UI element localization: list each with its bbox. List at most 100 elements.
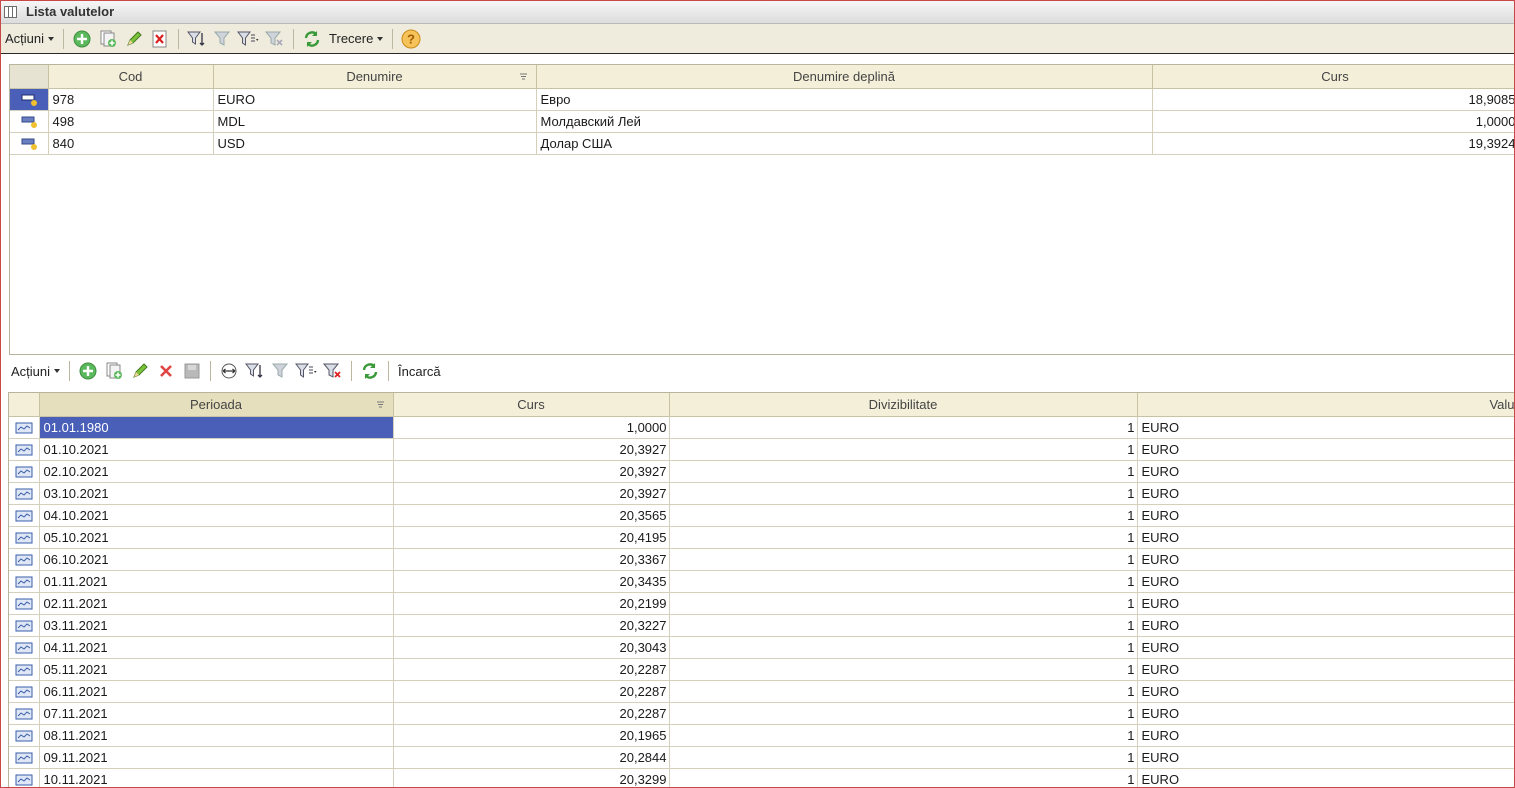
help-icon: ? xyxy=(401,29,421,48)
rate-perioada: 01.10.2021 xyxy=(39,438,394,461)
rate-row[interactable]: 08.11.2021 20,1965 1 EURO xyxy=(9,724,1514,747)
rate-row[interactable]: 01.01.1980 1,0000 1 EURO xyxy=(9,416,1514,439)
clear-filter-button[interactable] xyxy=(321,359,345,383)
rate-row[interactable]: 03.11.2021 20,3227 1 EURO xyxy=(9,614,1514,637)
rate-divizibilitate: 1 xyxy=(669,438,1138,461)
edit-button[interactable] xyxy=(122,27,146,51)
rate-row[interactable]: 09.11.2021 20,2844 1 EURO xyxy=(9,746,1514,769)
range-button[interactable] xyxy=(217,359,241,383)
rate-divizibilitate: 1 xyxy=(669,658,1138,681)
delete-rate-button[interactable] xyxy=(154,359,178,383)
rates-actions-menu[interactable]: Acțiuni xyxy=(7,359,64,383)
rate-row[interactable]: 10.11.2021 20,3299 1 EURO xyxy=(9,768,1514,787)
refresh-button[interactable] xyxy=(300,27,324,51)
rate-record-icon xyxy=(15,708,33,720)
copy-rate-button[interactable] xyxy=(102,359,126,383)
chevron-down-icon xyxy=(377,36,384,41)
currency-row[interactable]: 840 USD Долар США 19,3924 xyxy=(10,132,1514,155)
toolbar-separator xyxy=(392,28,394,49)
rate-curs: 20,3927 xyxy=(393,460,670,483)
rate-row[interactable]: 06.11.2021 20,2287 1 EURO xyxy=(9,680,1514,703)
column-header-perioada[interactable]: Perioada xyxy=(39,393,394,417)
rate-divizibilitate: 1 xyxy=(669,680,1138,703)
filter-by-value-button[interactable] xyxy=(243,359,267,383)
actions-menu-label: Acțiuni xyxy=(5,31,45,46)
column-header-denumire-deplina[interactable]: Denumire deplină xyxy=(536,65,1153,89)
sort-ascending-icon xyxy=(376,401,384,408)
rate-divizibilitate: 1 xyxy=(669,702,1138,725)
filter-button[interactable] xyxy=(211,27,235,51)
load-button[interactable]: Încarcă xyxy=(394,364,445,379)
toolbar-separator xyxy=(69,361,71,381)
add-rate-button[interactable] xyxy=(76,359,100,383)
row-icon-cell xyxy=(9,548,40,571)
currency-cod: 978 xyxy=(48,88,214,111)
column-header-denumire[interactable]: Denumire xyxy=(213,65,537,89)
rate-valuta: EURO xyxy=(1137,592,1514,615)
rate-record-icon xyxy=(15,532,33,544)
add-button[interactable] xyxy=(70,27,94,51)
rate-row[interactable]: 05.10.2021 20,4195 1 EURO xyxy=(9,526,1514,549)
currency-curs: 1,0000 xyxy=(1152,110,1514,133)
rate-valuta: EURO xyxy=(1137,636,1514,659)
copy-button[interactable] xyxy=(96,27,120,51)
rate-record-icon xyxy=(15,510,33,522)
rate-perioada: 04.11.2021 xyxy=(39,636,394,659)
rate-row[interactable]: 02.10.2021 20,3927 1 EURO xyxy=(9,460,1514,483)
refresh-rates-button[interactable] xyxy=(358,359,382,383)
column-header-curs[interactable]: Curs xyxy=(1152,65,1514,89)
row-icon-cell xyxy=(9,636,40,659)
list-window-icon xyxy=(4,6,17,18)
pencil-icon xyxy=(127,30,142,46)
rate-perioada: 07.11.2021 xyxy=(39,702,394,725)
trecere-menu[interactable]: Trecere xyxy=(325,27,387,51)
column-header-curs[interactable]: Curs xyxy=(393,393,670,417)
rate-row[interactable]: 04.11.2021 20,3043 1 EURO xyxy=(9,636,1514,659)
rate-row[interactable]: 05.11.2021 20,2287 1 EURO xyxy=(9,658,1514,681)
filter-button[interactable] xyxy=(269,359,293,383)
filter-menu-button[interactable] xyxy=(295,359,319,383)
rate-valuta: EURO xyxy=(1137,526,1514,549)
rate-row[interactable]: 04.10.2021 20,3565 1 EURO xyxy=(9,504,1514,527)
rate-perioada: 04.10.2021 xyxy=(39,504,394,527)
rate-curs: 20,3927 xyxy=(393,482,670,505)
clear-filter-button[interactable] xyxy=(263,27,287,51)
column-header-perioada-label: Perioada xyxy=(189,396,243,412)
column-header-valuta[interactable]: Valu xyxy=(1137,393,1514,417)
toolbar-separator xyxy=(178,28,180,49)
rate-row[interactable]: 01.11.2021 20,3435 1 EURO xyxy=(9,570,1514,593)
edit-rate-button[interactable] xyxy=(128,359,152,383)
row-icon-cell xyxy=(9,482,40,505)
rate-record-icon xyxy=(15,444,33,456)
rate-row[interactable]: 06.10.2021 20,3367 1 EURO xyxy=(9,548,1514,571)
delete-button[interactable] xyxy=(148,27,172,51)
currency-row[interactable]: 978 EURO Евро 18,9085 xyxy=(10,88,1514,111)
rate-perioada: 02.11.2021 xyxy=(39,592,394,615)
column-header-divizibilitate[interactable]: Divizibilitate xyxy=(669,393,1138,417)
currency-item-icon xyxy=(21,116,37,129)
rate-perioada: 06.11.2021 xyxy=(39,680,394,703)
rate-perioada: 01.01.1980 xyxy=(39,416,394,439)
filter-clear-icon xyxy=(323,363,341,378)
rate-row[interactable]: 01.10.2021 20,3927 1 EURO xyxy=(9,438,1514,461)
row-icon-cell xyxy=(9,570,40,593)
help-button[interactable]: ? xyxy=(399,27,423,51)
rate-valuta: EURO xyxy=(1137,702,1514,725)
currency-denumire-deplina: Долар США xyxy=(536,132,1153,155)
trecere-menu-label: Trecere xyxy=(329,31,374,46)
rate-row[interactable]: 03.10.2021 20,3927 1 EURO xyxy=(9,482,1514,505)
save-button[interactable] xyxy=(180,359,204,383)
filter-menu-button[interactable] xyxy=(237,27,261,51)
rate-perioada: 03.10.2021 xyxy=(39,482,394,505)
column-header-cod[interactable]: Cod xyxy=(48,65,214,89)
row-icon-cell xyxy=(9,768,40,787)
filter-by-value-button[interactable] xyxy=(185,27,209,51)
window-title: Lista valutelor xyxy=(26,4,115,19)
rate-row[interactable]: 07.11.2021 20,2287 1 EURO xyxy=(9,702,1514,725)
toolbar-separator xyxy=(210,361,212,381)
rate-valuta: EURO xyxy=(1137,614,1514,637)
rate-row[interactable]: 02.11.2021 20,2199 1 EURO xyxy=(9,592,1514,615)
actions-menu[interactable]: Acțiuni xyxy=(1,27,58,51)
currency-row[interactable]: 498 MDL Молдавский Лей 1,0000 xyxy=(10,110,1514,133)
rate-record-icon xyxy=(15,466,33,478)
